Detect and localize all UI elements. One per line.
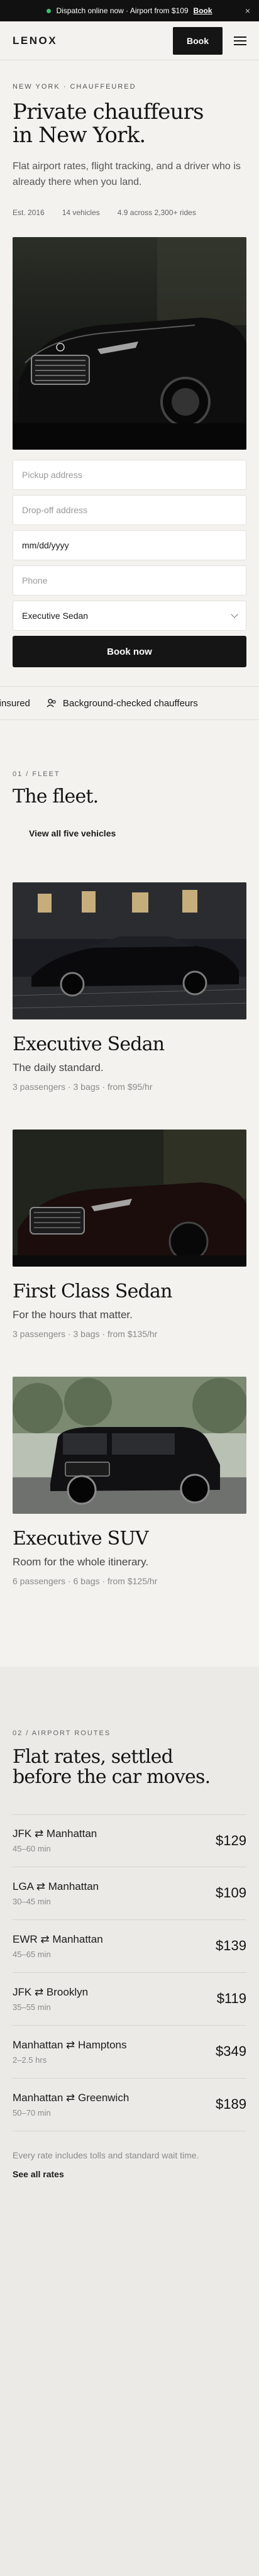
stat-rating: 4.9 across 2,300+ rides <box>117 208 196 218</box>
hero-stats: Est. 2016 14 vehicles 4.9 across 2,300+ … <box>13 208 246 219</box>
car-name: Executive SUV <box>13 1528 148 1550</box>
rate-row[interactable]: JFK ⇄ Brooklyn 35–55 min $119 <box>13 1973 246 2026</box>
car-meta: 6 passengers · 6 bags · from $125/hr <box>13 1576 158 1587</box>
first-class-sedan-photo <box>13 1130 246 1267</box>
car-tagline: The daily standard. <box>13 1062 104 1074</box>
rate-route: JFK ⇄ Brooklyn <box>13 1985 89 1998</box>
fleet-card-executive-suv[interactable]: Executive SUV Room for the whole itinera… <box>13 1377 246 1586</box>
top-nav: LENOX Book <box>0 21 259 60</box>
car-tagline: For the hours that matter. <box>13 1309 133 1321</box>
rate-route: EWR ⇄ Manhattan <box>13 1933 103 1945</box>
rate-route: Manhattan ⇄ Greenwich <box>13 2091 130 2104</box>
car-meta: 3 passengers · 3 bags · from $135/hr <box>13 1329 158 1340</box>
rates-note: Every rate includes tolls and standard w… <box>13 2150 199 2160</box>
hero-car-photo <box>13 237 246 450</box>
rates-section: 02 / AIRPORT ROUTES Flat rates, settled … <box>0 1667 259 2576</box>
ticker-item-checked: Background-checked chauffeurs <box>47 698 198 709</box>
rate-price: $139 <box>216 1938 246 1954</box>
close-icon[interactable]: × <box>245 6 250 16</box>
logo[interactable]: LENOX <box>13 35 57 47</box>
rate-route: LGA ⇄ Manhattan <box>13 1880 99 1892</box>
book-now-button[interactable]: Book now <box>13 636 246 668</box>
rates-title: Flat rates, settled before the car moves… <box>13 1746 246 1789</box>
rate-duration: 2–2.5 hrs <box>13 2055 47 2065</box>
rates-eyebrow: 02 / AIRPORT ROUTES <box>13 1729 111 1737</box>
rate-duration: 45–60 min <box>13 1844 51 1854</box>
fleet-card-executive-sedan[interactable]: Executive Sedan The daily standard. 3 pa… <box>13 882 246 1092</box>
executive-suv-photo <box>13 1377 246 1514</box>
trust-ticker: d & insured Background-checked chauffeur… <box>0 686 259 721</box>
rate-route: Manhattan ⇄ Hamptons <box>13 2038 127 2051</box>
date-input[interactable]: mm/dd/yyyy <box>13 530 246 561</box>
users-icon <box>47 699 56 708</box>
status-dot-icon <box>47 8 52 13</box>
phone-input[interactable]: Phone <box>13 565 246 596</box>
executive-sedan-photo <box>13 882 246 1020</box>
rate-price: $109 <box>216 1885 246 1901</box>
fleet-eyebrow: 01 / FLEET <box>13 770 60 779</box>
announcement-bar: Dispatch online now · Airport from $109 … <box>0 0 259 21</box>
menu-icon[interactable] <box>234 36 246 45</box>
rate-row[interactable]: Manhattan ⇄ Greenwich 50–70 min $189 <box>13 2079 246 2131</box>
dropoff-input[interactable]: Drop-off address <box>13 495 246 526</box>
see-all-rates-link[interactable]: See all rates <box>13 2169 246 2179</box>
rate-price: $129 <box>216 1832 246 1848</box>
rates-title-line2: before the car moves. <box>13 1766 211 1789</box>
rate-duration: 30–45 min <box>13 1896 51 1906</box>
rates-list: JFK ⇄ Manhattan 45–60 min $129 LGA ⇄ Manh… <box>13 1814 246 2131</box>
vehicle-select[interactable]: Executive Sedan <box>13 601 246 631</box>
rate-duration: 45–65 min <box>13 1949 51 1959</box>
rate-price: $189 <box>216 2096 246 2112</box>
stat-vehicles: 14 vehicles <box>62 208 100 218</box>
chevron-down-icon <box>231 611 238 618</box>
car-name: First Class Sedan <box>13 1280 172 1303</box>
fleet-card-first-class-sedan[interactable]: First Class Sedan For the hours that mat… <box>13 1130 246 1339</box>
fleet-title: The fleet. <box>13 786 99 808</box>
rates-title-line1: Flat rates, settled <box>13 1746 174 1768</box>
hero-eyebrow: NEW YORK · CHAUFFEURED <box>13 83 136 91</box>
pickup-input[interactable]: Pickup address <box>13 460 246 491</box>
rate-duration: 50–70 min <box>13 2107 51 2118</box>
hero-title-line1: Private chauffeurs <box>13 99 204 125</box>
rate-price: $119 <box>216 1990 246 2007</box>
hero-lede: Flat airport rates, flight tracking, and… <box>13 161 241 188</box>
rate-price: $349 <box>216 2043 246 2060</box>
fleet-section: 01 / FLEET The fleet. View all five vehi… <box>0 770 259 1586</box>
stat-established: Est. 2016 <box>13 208 45 218</box>
ticker-item-insured: d & insured <box>0 697 30 709</box>
hero-title: Private chauffeurs in New York. <box>13 101 246 147</box>
announcement-text: Dispatch online now · Airport from $109 <box>56 6 189 15</box>
car-tagline: Room for the whole itinerary. <box>13 1556 149 1568</box>
rate-row[interactable]: LGA ⇄ Manhattan 30–45 min $109 <box>13 1867 246 1920</box>
rate-row[interactable]: Manhattan ⇄ Hamptons 2–2.5 hrs $349 <box>13 2026 246 2079</box>
announcement-book-link[interactable]: Book <box>194 6 212 15</box>
vehicle-select-value: Executive Sedan <box>22 611 89 621</box>
rate-duration: 35–55 min <box>13 2002 51 2012</box>
rate-route: JFK ⇄ Manhattan <box>13 1828 97 1840</box>
booking-form: Pickup address Drop-off address mm/dd/yy… <box>0 460 259 668</box>
rate-row[interactable]: EWR ⇄ Manhattan 45–65 min $139 <box>13 1920 246 1973</box>
hero: NEW YORK · CHAUFFEURED Private chauffeur… <box>0 83 259 219</box>
car-name: Executive Sedan <box>13 1033 165 1056</box>
view-all-vehicles-link[interactable]: View all five vehicles <box>29 828 246 838</box>
hero-title-line2: in New York. <box>13 122 146 148</box>
car-meta: 3 passengers · 3 bags · from $95/hr <box>13 1082 153 1092</box>
nav-book-button[interactable]: Book <box>173 26 223 55</box>
ticker-item-checked-label: Background-checked chauffeurs <box>62 697 198 709</box>
rate-row[interactable]: JFK ⇄ Manhattan 45–60 min $129 <box>13 1814 246 1867</box>
